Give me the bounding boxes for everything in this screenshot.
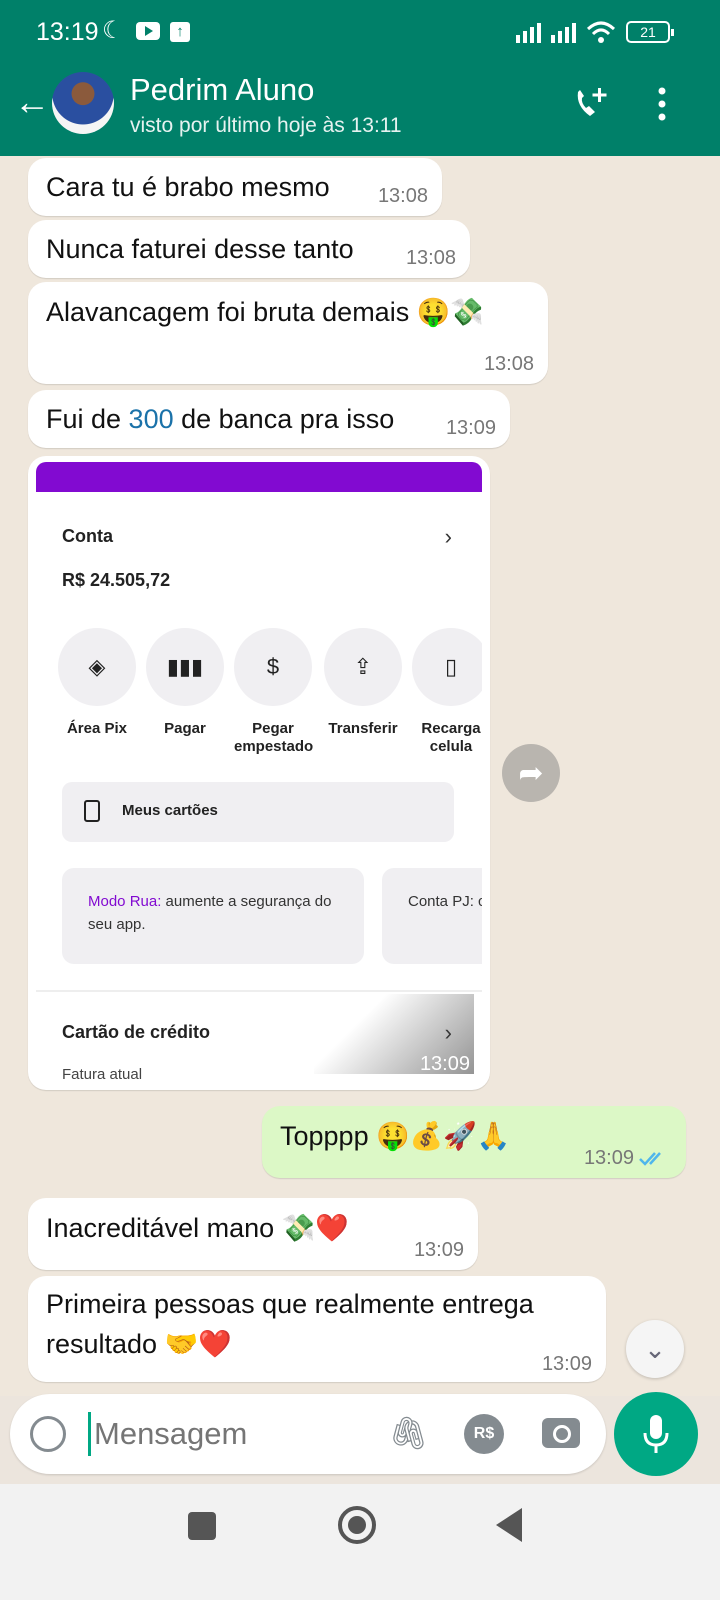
banking-app-screenshot[interactable]: Conta › R$ 24.505,72 ◈ Área Pix ▮▮▮ Paga…	[36, 492, 482, 1082]
back-arrow-icon[interactable]: ←	[14, 84, 50, 120]
action-label: Pegar empestado	[234, 720, 314, 755]
outgoing-message-bubble[interactable]: Topppp 🤑💰🚀🙏 13:09	[262, 1106, 686, 1178]
message-text: Primeira pessoas que realmente entrega r…	[46, 1289, 534, 1359]
attach-icon[interactable]: 🖇	[388, 1414, 429, 1452]
message-time: 13:09	[413, 1239, 464, 1261]
account-balance: R$ 24.505,72	[62, 570, 171, 590]
more-options-icon[interactable]	[652, 86, 672, 122]
action-recharge: ▯ Recarga celula	[412, 628, 482, 756]
message-text-start: Fui de	[46, 404, 129, 434]
my-cards-label: Meus cartões	[122, 802, 218, 819]
signal-icon	[516, 21, 541, 43]
camera-icon[interactable]	[542, 1418, 580, 1448]
highlighted-number[interactable]: 300	[129, 404, 174, 434]
forward-icon[interactable]: ➦	[502, 744, 560, 802]
upload-notification-icon: ↑	[170, 22, 190, 42]
chat-header: 13:19 ☾ ↑ 21 ← Pedrim Aluno visto por úl…	[0, 0, 720, 156]
message-text: Cara tu é brabo mesmo	[46, 172, 330, 202]
text-cursor	[88, 1412, 91, 1456]
action-pix: ◈ Área Pix	[58, 628, 136, 738]
chat-area[interactable]: Cara tu é brabo mesmo 13:08 Nunca fature…	[0, 156, 720, 1396]
home-button[interactable]	[338, 1506, 376, 1544]
promo-highlight: Modo Rua:	[88, 893, 162, 910]
divider	[36, 990, 482, 992]
status-time: 13:19	[36, 18, 99, 46]
account-label: Conta	[62, 526, 113, 546]
action-transfer: ⇪ Transferir	[324, 628, 402, 738]
scroll-to-bottom-button[interactable]: ⌄	[626, 1320, 684, 1378]
message-bubble[interactable]: Alavancagem foi bruta demais 🤑💸 13:08	[28, 282, 548, 384]
message-text-end: de banca pra isso	[173, 404, 395, 434]
phone-icon: ▯	[412, 628, 482, 706]
signal-icon-2	[551, 21, 576, 43]
youtube-notification-icon	[136, 22, 160, 40]
card-icon	[84, 800, 100, 822]
message-bubble[interactable]: Fui de 300 de banca pra isso 13:09	[28, 390, 510, 448]
message-input[interactable]	[94, 1412, 374, 1456]
message-time: 13:08	[483, 353, 534, 375]
message-time: 13:08	[405, 247, 456, 269]
wifi-icon	[586, 21, 616, 43]
battery-icon: 21	[626, 21, 674, 43]
emoji-icon[interactable]	[30, 1416, 66, 1452]
message-bubble[interactable]: Primeira pessoas que realmente entrega r…	[28, 1276, 606, 1382]
message-time: 13:09	[419, 1053, 470, 1075]
message-input-bar: 🖇 R$	[10, 1394, 606, 1474]
promo-card-2: Conta PJ: c seu negóc	[382, 868, 482, 964]
double-check-icon	[639, 1152, 661, 1166]
message-time: 13:09	[541, 1353, 592, 1375]
message-text: Inacreditável mano 💸❤️	[46, 1213, 349, 1243]
add-call-icon[interactable]	[572, 86, 612, 122]
message-bubble[interactable]: Cara tu é brabo mesmo 13:08	[28, 158, 442, 216]
status-bar: 13:19 ☾ ↑ 21	[0, 0, 720, 64]
action-loan: $ Pegar empestado	[234, 628, 314, 756]
action-pay: ▮▮▮ Pagar	[146, 628, 224, 738]
message-text: Nunca faturei desse tanto	[46, 234, 354, 264]
message-bubble[interactable]: Nunca faturei desse tanto 13:08	[28, 220, 470, 278]
chevron-right-icon: ›	[444, 524, 452, 549]
credit-card-label: Cartão de crédito	[62, 1022, 211, 1042]
microphone-button[interactable]	[614, 1392, 698, 1476]
message-bubble[interactable]: Inacreditável mano 💸❤️ 13:09	[28, 1198, 478, 1270]
my-cards-row: Meus cartões	[62, 782, 454, 842]
payment-icon[interactable]: R$	[464, 1414, 504, 1454]
action-label: Recarga celula	[421, 720, 481, 755]
contact-info[interactable]: Pedrim Aluno visto por último hoje às 13…	[130, 72, 402, 138]
invoice-label: Fatura atual	[62, 1066, 143, 1082]
last-seen: visto por último hoje às 13:11	[130, 114, 402, 137]
message-time: 13:09	[445, 417, 496, 439]
promo-text-2: Conta PJ: c seu negóc	[408, 893, 482, 910]
moon-icon: ☾	[102, 17, 124, 44]
recent-apps-button[interactable]	[188, 1512, 216, 1540]
message-text: Topppp 🤑💰🚀🙏	[280, 1121, 511, 1151]
pix-icon: ◈	[58, 628, 136, 706]
action-label: Transferir	[328, 720, 398, 737]
system-back-button[interactable]	[496, 1508, 522, 1542]
action-label: Pagar	[164, 720, 206, 737]
promo-card: Modo Rua: aumente a segurança do seu app…	[62, 868, 364, 964]
message-text: Alavancagem foi bruta demais 🤑💸	[46, 297, 484, 327]
microphone-icon	[643, 1415, 669, 1453]
transfer-icon: ⇪	[324, 628, 402, 706]
message-time: 13:09	[583, 1147, 634, 1169]
loan-icon: $	[234, 628, 312, 706]
action-label: Área Pix	[66, 720, 128, 737]
contact-avatar[interactable]	[52, 72, 114, 134]
system-nav-bar	[0, 1484, 720, 1600]
image-message[interactable]: Conta › R$ 24.505,72 ◈ Área Pix ▮▮▮ Paga…	[28, 456, 490, 1090]
contact-name: Pedrim Aluno	[130, 72, 315, 107]
app-header-strip	[36, 462, 482, 492]
message-time: 13:08	[377, 185, 428, 207]
barcode-icon: ▮▮▮	[146, 628, 224, 706]
